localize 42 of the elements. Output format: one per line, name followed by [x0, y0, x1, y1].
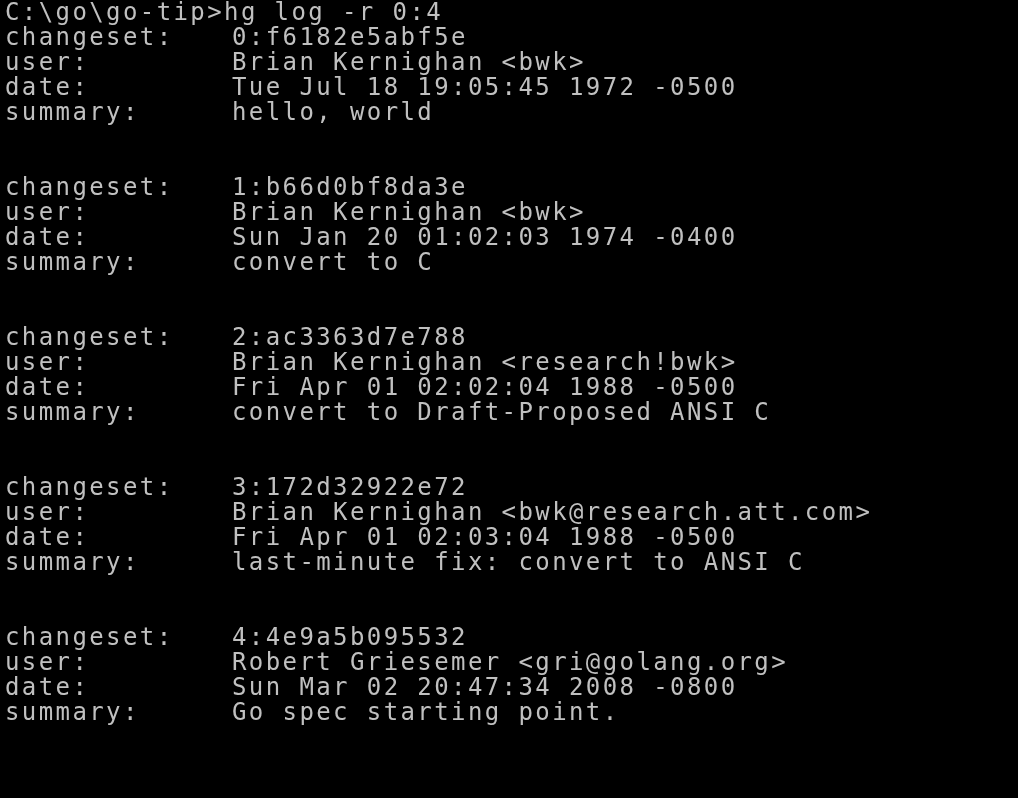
field-label: changeset: — [5, 175, 175, 200]
field-label: date: — [5, 525, 91, 550]
field-value: convert to C — [232, 250, 435, 275]
field-label: user: — [5, 350, 90, 375]
field-value: Sun Mar 02 20:47:34 2008 -0800 — [232, 675, 738, 700]
field-label: summary: — [5, 700, 141, 725]
field-label: date: — [5, 675, 91, 700]
field-value: Go spec starting point. — [232, 700, 620, 725]
field-value: 0:f6182e5abf5e — [232, 25, 468, 50]
field-value: Brian Kernighan <bwk> — [232, 50, 586, 75]
field-value: 3:172d32922e72 — [232, 475, 468, 500]
field-label: summary: — [5, 100, 141, 125]
field-value: Tue Jul 18 19:05:45 1972 -0500 — [232, 75, 738, 100]
field-value: Sun Jan 20 01:02:03 1974 -0400 — [232, 225, 738, 250]
field-label: user: — [5, 200, 90, 225]
field-label: summary: — [5, 550, 141, 575]
field-value: Brian Kernighan <bwk@research.att.com> — [232, 500, 873, 525]
field-value: Robert Griesemer <gri@golang.org> — [232, 650, 789, 675]
field-label: summary: — [5, 400, 141, 425]
field-label: changeset: — [5, 625, 175, 650]
field-label: changeset: — [5, 25, 174, 50]
field-value: hello, world — [232, 100, 435, 125]
field-value: convert to Draft-Proposed ANSI C — [232, 400, 772, 425]
field-value: Fri Apr 01 02:02:04 1988 -0500 — [232, 375, 738, 400]
field-label: date: — [5, 75, 91, 100]
field-label: changeset: — [5, 475, 175, 500]
field-value: 1:b66d0bf8da3e — [232, 175, 468, 200]
field-value: last-minute fix: convert to ANSI C — [232, 550, 805, 575]
field-value: Brian Kernighan <research!bwk> — [232, 350, 738, 375]
field-value: 4:4e9a5b095532 — [232, 625, 468, 650]
prompt-text: C:\go\go-tip> — [5, 0, 225, 25]
field-label: summary: — [5, 250, 141, 275]
field-value: Fri Apr 01 02:03:04 1988 -0500 — [232, 525, 738, 550]
field-label: user: — [5, 50, 90, 75]
field-label: changeset: — [5, 325, 175, 350]
field-label: date: — [5, 375, 91, 400]
field-label: user: — [5, 650, 90, 675]
field-label: user: — [5, 500, 90, 525]
field-value: 2:ac3363d7e788 — [232, 325, 468, 350]
field-value: Brian Kernighan <bwk> — [232, 200, 586, 225]
command-text: hg log -r 0:4 — [224, 0, 444, 25]
field-label: date: — [5, 225, 91, 250]
